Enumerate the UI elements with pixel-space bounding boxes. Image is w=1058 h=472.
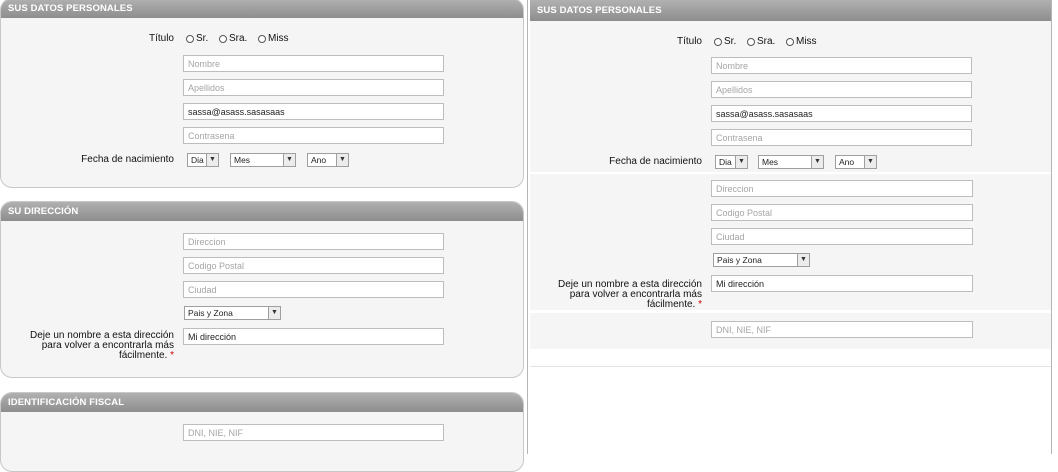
radio-miss[interactable] [258, 35, 266, 43]
birth-label-right: Fecha de nacimiento [609, 156, 702, 167]
email-input-right[interactable] [711, 105, 972, 122]
alias-input-right[interactable] [711, 275, 973, 292]
chevron-down-icon: ▼ [797, 254, 809, 266]
fiscal-id-input[interactable] [183, 424, 444, 441]
ciudad-input-right[interactable] [711, 228, 973, 245]
radio-miss-label: Miss [268, 33, 289, 44]
fiscal-id-input-right[interactable] [711, 321, 973, 338]
radio-miss-right[interactable] [786, 38, 794, 46]
required-mark-right: * [698, 299, 702, 310]
chevron-down-icon: ▼ [735, 156, 747, 168]
pais-select[interactable]: Pais y Zona ▼ [184, 306, 281, 320]
contrasena-input-right[interactable] [711, 129, 972, 146]
chevron-down-icon: ▼ [336, 154, 348, 166]
radio-sra-label-right: Sra. [757, 36, 776, 47]
day-select[interactable]: Dia ▼ [187, 153, 219, 167]
radio-miss-label-right: Miss [796, 36, 817, 47]
chevron-down-icon: ▼ [864, 156, 876, 168]
email-input[interactable] [183, 103, 444, 120]
year-select-right[interactable]: Ano ▼ [835, 155, 877, 169]
radio-sr-label: Sr. [196, 33, 209, 44]
year-select[interactable]: Ano ▼ [307, 153, 349, 167]
apellidos-input[interactable] [183, 79, 444, 96]
day-select-value-right: Dia [719, 157, 732, 167]
panel-header-personal: SUS DATOS PERSONALES [1, 0, 523, 18]
pais-select-value-right: Pais y Zona [717, 255, 762, 265]
day-select-right[interactable]: Dia ▼ [715, 155, 748, 169]
day-select-value: Dia [191, 155, 204, 165]
month-select-value-right: Mes [762, 157, 779, 167]
titulo-label: Título [148, 33, 174, 44]
direccion-input[interactable] [183, 233, 444, 250]
codigo-postal-input-right[interactable] [711, 204, 973, 221]
pais-select-right[interactable]: Pais y Zona ▼ [713, 253, 810, 267]
radio-sr-label-right: Sr. [724, 36, 737, 47]
radio-sra[interactable] [219, 35, 227, 43]
direccion-input-right[interactable] [711, 180, 973, 197]
panel-header-address: SU DIRECCIÓN [1, 202, 523, 221]
year-select-value-right: Ano [839, 157, 855, 167]
radio-sra-right[interactable] [747, 38, 755, 46]
radio-sr[interactable] [186, 35, 194, 43]
nombre-input[interactable] [183, 55, 444, 72]
ciudad-input[interactable] [183, 281, 444, 298]
panel-header-tax: IDENTIFICACIÓN FISCAL [1, 393, 523, 412]
chevron-down-icon: ▼ [268, 307, 280, 319]
screenshot-border [527, 0, 528, 454]
radio-sra-label: Sra. [229, 33, 248, 44]
pais-select-value: Pais y Zona [188, 308, 233, 318]
titulo-label-right: Título [676, 36, 702, 47]
divider [530, 366, 1051, 367]
contrasena-input[interactable] [183, 127, 444, 144]
month-select-right[interactable]: Mes ▼ [758, 155, 824, 169]
codigo-postal-input[interactable] [183, 257, 444, 274]
nombre-input-right[interactable] [711, 57, 972, 74]
alias-label: Deje un nombre a esta dirección para vol… [10, 331, 174, 361]
alias-label-line3: fácilmente. * [118, 350, 174, 361]
radio-sr-right[interactable] [714, 38, 722, 46]
alias-label-right: Deje un nombre a esta dirección para vol… [538, 280, 702, 310]
year-select-value: Ano [311, 155, 327, 165]
month-select[interactable]: Mes ▼ [230, 153, 296, 167]
alias-input[interactable] [183, 328, 444, 345]
chevron-down-icon: ▼ [811, 156, 823, 168]
chevron-down-icon: ▼ [206, 154, 218, 166]
screenshot-border-right [1051, 0, 1052, 454]
chevron-down-icon: ▼ [283, 154, 295, 166]
birth-label: Fecha de nacimiento [81, 154, 174, 165]
apellidos-input-right[interactable] [711, 81, 972, 98]
month-select-value: Mes [234, 155, 251, 165]
alias-label-line3-right: fácilmente. * [646, 299, 702, 310]
required-mark: * [170, 350, 174, 361]
panel-header-personal-right: SUS DATOS PERSONALES [530, 0, 1051, 21]
